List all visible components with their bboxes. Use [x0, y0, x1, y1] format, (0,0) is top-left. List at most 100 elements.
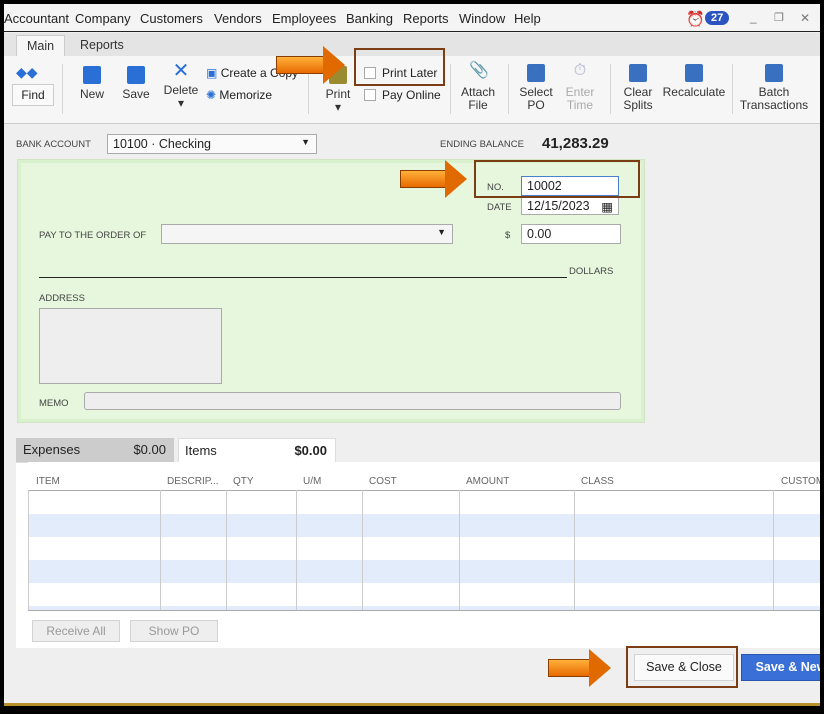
column-header-cost[interactable]: COST	[369, 476, 397, 487]
table-row[interactable]	[28, 491, 820, 514]
bank-account-dropdown[interactable]: 10100 · Checking ▼	[107, 134, 317, 154]
expenses-amount: $0.00	[133, 442, 166, 457]
menu-window[interactable]: Window	[459, 11, 505, 26]
copy-icon: ▣	[206, 66, 218, 80]
new-button[interactable]: New	[76, 66, 108, 101]
menu-company[interactable]: Company	[75, 11, 131, 26]
menu-customers[interactable]: Customers	[140, 11, 203, 26]
address-label: ADDRESS	[39, 293, 85, 304]
find-button[interactable]: Find	[12, 84, 54, 106]
enter-time-button[interactable]: ⏱ Enter Time	[560, 62, 600, 112]
batch-transactions-label: Batch Transactions	[739, 85, 809, 112]
memo-input[interactable]	[84, 392, 621, 410]
menu-reports[interactable]: Reports	[403, 11, 449, 26]
items-label: Items	[185, 443, 217, 458]
alarm-clock-icon[interactable]: ⏰	[686, 10, 705, 28]
save-icon	[127, 66, 145, 84]
write-checks-window: Accountant Company Customers Vendors Emp…	[4, 4, 820, 706]
arrow-pointer-icon	[548, 649, 611, 687]
tab-items[interactable]: Items $0.00	[178, 438, 336, 463]
column-header-description[interactable]: DESCRIP...	[167, 476, 219, 487]
address-textarea[interactable]	[39, 308, 222, 384]
recalculate-button[interactable]: Recalculate	[662, 64, 726, 99]
select-po-label: Select PO	[519, 85, 553, 112]
clear-splits-label: Clear Splits	[623, 85, 653, 112]
column-header-class[interactable]: CLASS	[581, 476, 614, 487]
memorize-button[interactable]: ✺ Memorize	[206, 88, 272, 102]
column-header-qty[interactable]: QTY	[233, 476, 254, 487]
table-row[interactable]	[28, 537, 820, 560]
batch-transactions-button[interactable]: Batch Transactions	[738, 64, 810, 112]
menu-vendors[interactable]: Vendors	[214, 11, 262, 26]
print-later-highlight	[354, 48, 445, 86]
reminder-badge[interactable]: 27	[705, 11, 730, 25]
ending-balance-value: 41,283.29	[542, 135, 609, 152]
written-amount-line	[39, 277, 567, 278]
delete-button[interactable]: ✕ Delete ▾	[162, 60, 200, 110]
save-button[interactable]: Save	[120, 66, 152, 101]
memo-label: MEMO	[39, 398, 69, 409]
save-label: Save	[122, 87, 150, 101]
pay-to-dropdown[interactable]: ▼	[161, 224, 453, 244]
pay-online-checkbox[interactable]: Pay Online	[364, 88, 441, 102]
column-header-amount[interactable]: AMOUNT	[466, 476, 509, 487]
new-doc-icon	[83, 66, 101, 84]
tab-expenses[interactable]: Expenses $0.00	[16, 438, 174, 462]
chevron-down-icon: ▼	[301, 137, 310, 147]
attach-file-label: Attach File	[460, 85, 496, 112]
restore-button[interactable]: ❐	[774, 11, 784, 24]
receive-all-button[interactable]: Receive All	[32, 620, 120, 642]
table-row[interactable]	[28, 514, 820, 537]
check-number-highlight	[474, 160, 640, 198]
save-close-highlight	[626, 646, 738, 688]
delete-x-icon: ✕	[172, 60, 190, 82]
minimize-button[interactable]: _	[750, 10, 757, 24]
expenses-label: Expenses	[23, 442, 81, 457]
clear-splits-button[interactable]: Clear Splits	[618, 64, 658, 112]
delete-label: Delete	[163, 83, 199, 97]
date-label: DATE	[487, 202, 512, 213]
table-row[interactable]	[28, 560, 820, 583]
arrow-pointer-icon	[400, 160, 467, 198]
memorize-label: Memorize	[219, 88, 273, 102]
dollar-sign: $	[505, 230, 511, 241]
pay-to-label: PAY TO THE ORDER OF	[39, 230, 147, 241]
column-header-customer[interactable]: CUSTOMER	[781, 476, 820, 487]
show-po-button[interactable]: Show PO	[130, 620, 218, 642]
items-amount: $0.00	[294, 443, 327, 458]
close-button[interactable]: ✕	[800, 11, 810, 25]
dollars-label: DOLLARS	[569, 266, 614, 277]
arrow-pointer-icon	[276, 46, 345, 84]
new-label: New	[79, 87, 104, 101]
menu-bar: Accountant Company Customers Vendors Emp…	[4, 4, 820, 32]
column-header-um[interactable]: U/M	[303, 476, 321, 487]
select-po-button[interactable]: Select PO	[516, 64, 556, 112]
tab-main[interactable]: Main	[16, 35, 66, 56]
prev-next-arrows-icon[interactable]: ◆◆	[16, 64, 38, 81]
chevron-down-icon: ▼	[437, 227, 446, 237]
calculator-icon	[685, 64, 703, 82]
date-input[interactable]: 12/15/2023 ▦	[521, 197, 619, 215]
table-row[interactable]	[28, 583, 820, 606]
menu-banking[interactable]: Banking	[346, 11, 393, 26]
bank-account-label: BANK ACCOUNT	[16, 139, 91, 150]
paperclip-icon: 📎	[469, 62, 489, 79]
batch-icon	[765, 64, 783, 82]
amount-input[interactable]: 0.00	[521, 224, 621, 244]
save-new-button[interactable]: Save & New	[741, 654, 820, 681]
calendar-icon[interactable]: ▦	[601, 199, 613, 214]
enter-time-label: Enter Time	[565, 85, 595, 112]
column-header-item[interactable]: ITEM	[36, 476, 60, 487]
menu-help[interactable]: Help	[514, 11, 541, 26]
stopwatch-icon: ⏱	[573, 62, 587, 79]
tab-reports[interactable]: Reports	[70, 35, 134, 56]
recalculate-label: Recalculate	[662, 85, 726, 99]
menu-accountant[interactable]: Accountant	[4, 11, 69, 26]
attach-file-button[interactable]: 📎 Attach File	[458, 62, 498, 112]
memorize-icon: ✺	[206, 88, 217, 102]
ending-balance-label: ENDING BALANCE	[440, 139, 524, 150]
bottom-border	[4, 703, 820, 706]
menu-employees[interactable]: Employees	[272, 11, 336, 26]
date-value: 12/15/2023	[527, 199, 590, 213]
bank-account-value: 10100 · Checking	[113, 137, 211, 151]
